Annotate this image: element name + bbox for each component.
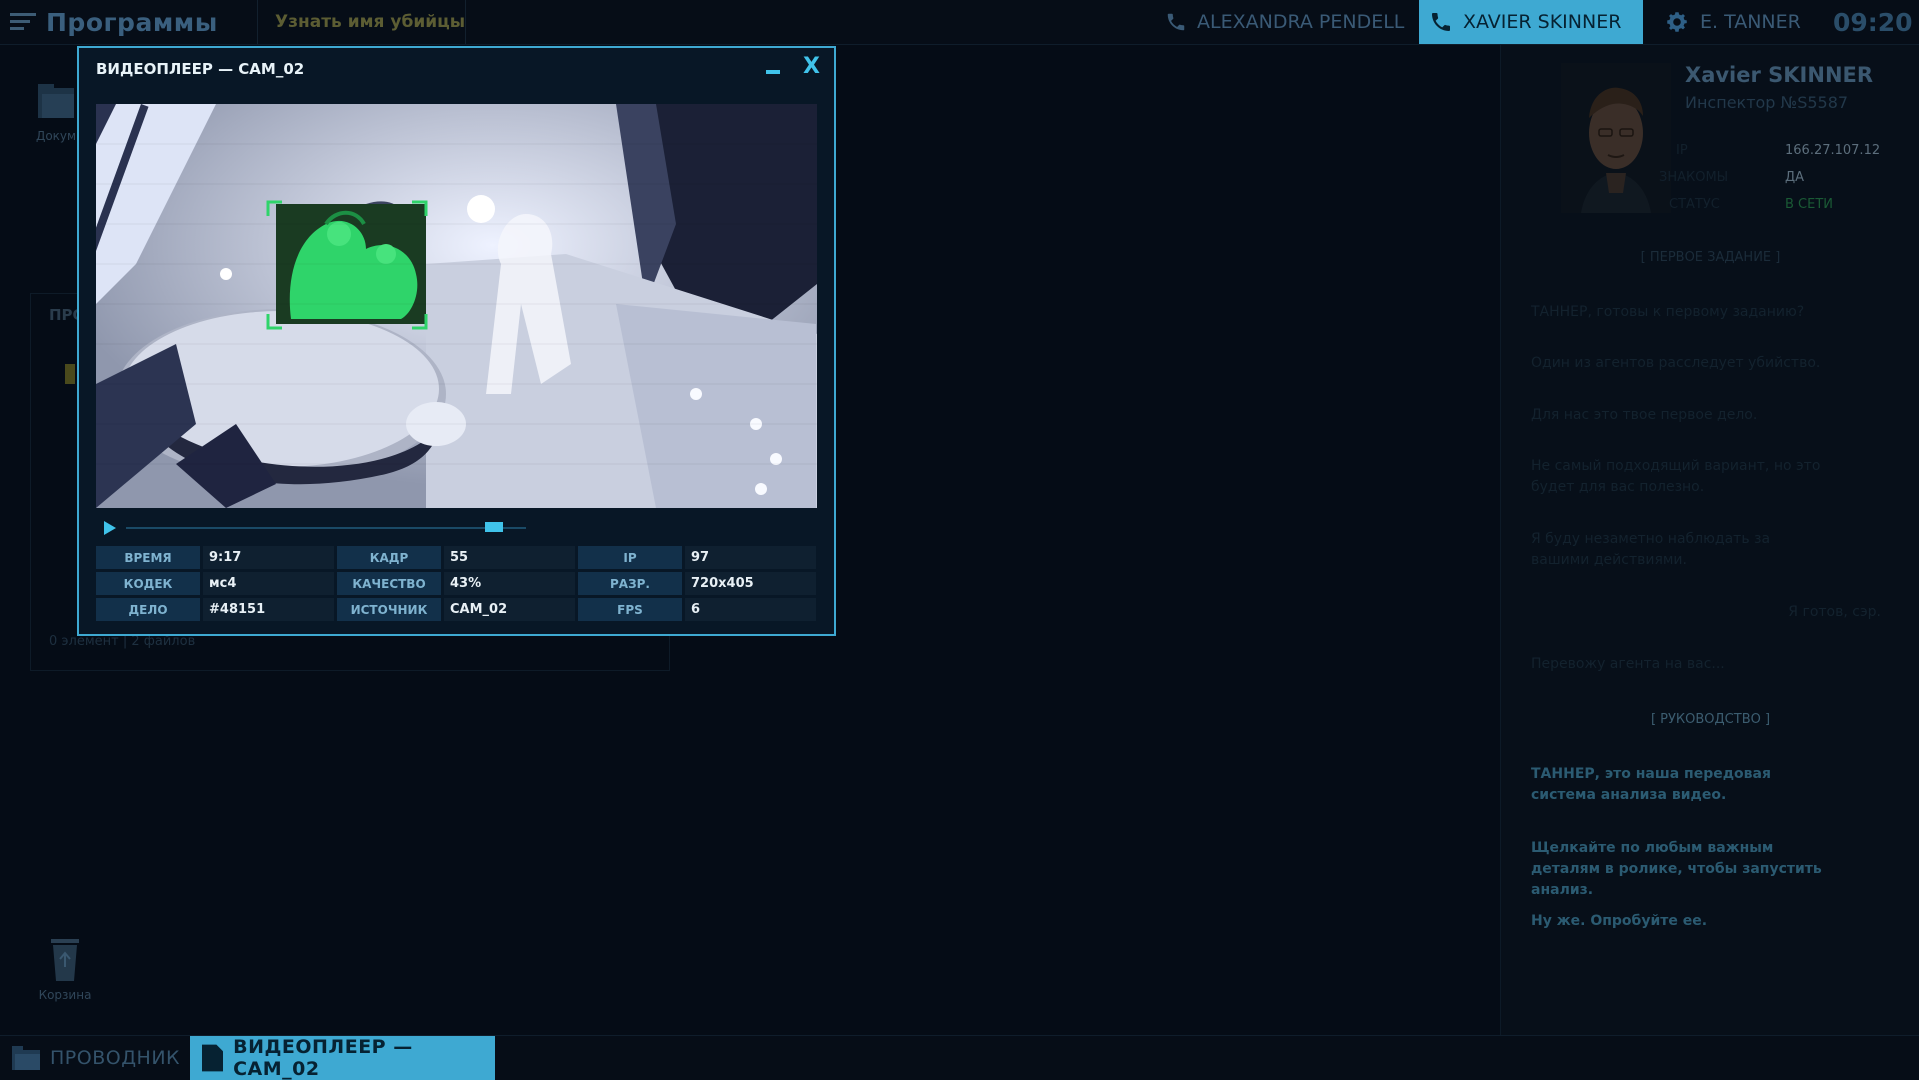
field-status-value: В СЕТИ: [1785, 197, 1834, 212]
taskbar-item-label: ВИДЕОПЛЕЕР — CAM_02: [233, 1036, 413, 1080]
info-value-codec: мс4: [203, 572, 334, 595]
play-button[interactable]: [104, 521, 116, 535]
field-known-key: ЗНАКОМЫ: [1659, 170, 1729, 185]
contact-e-tanner[interactable]: E. TANNER: [1664, 0, 1814, 44]
info-value-time: 9:17: [203, 546, 334, 569]
current-task-label[interactable]: Узнать имя убийцы: [275, 12, 465, 32]
contact-xavier-skinner[interactable]: XAVIER SKINNER: [1419, 0, 1643, 44]
info-key-resolution: РАЗР.: [578, 572, 682, 595]
divider: [257, 0, 258, 44]
info-value-resolution: 720x405: [685, 572, 816, 595]
info-value-ip: 97: [685, 546, 816, 569]
field-known-value: ДА: [1785, 170, 1805, 185]
avatar: [1561, 63, 1671, 213]
explorer-status-text: 0 элемент | 2 файлов: [49, 634, 196, 649]
programs-menu-title[interactable]: Программы: [46, 8, 218, 37]
desktop-icon-label: Корзина: [38, 988, 92, 1002]
clock: 09:20: [1833, 8, 1913, 37]
section-header-first-task: [ ПЕРВОЕ ЗАДАНИЕ ]: [1640, 250, 1781, 265]
taskbar-video-player-button[interactable]: ВИДЕОПЛЕЕР — CAM_02: [190, 1036, 495, 1080]
folder-swatch: [65, 364, 75, 384]
contact-alexandra-pendell[interactable]: ALEXANDRA PENDELL: [1165, 0, 1405, 44]
contact-name: XAVIER SKINNER: [1463, 11, 1622, 33]
folder-icon: [38, 84, 74, 118]
taskbar-item-label: ПРОВОДНИК: [50, 1047, 181, 1069]
timeline-scrubber[interactable]: [485, 522, 503, 532]
field-status-key: СТАТУС: [1669, 197, 1720, 212]
contact-chat-panel: Xavier SKINNER Инспектор №S5587 IP 166.2…: [1500, 45, 1919, 1035]
field-ip-key: IP: [1676, 143, 1688, 158]
info-key-quality: КАЧЕСТВО: [337, 572, 441, 595]
info-key-frame: КАДР: [337, 546, 441, 569]
folder-icon: [12, 1046, 40, 1070]
info-key-time: ВРЕМЯ: [96, 546, 200, 569]
playback-timeline[interactable]: [96, 518, 817, 538]
field-ip-value: 166.27.107.12: [1785, 143, 1881, 158]
contact-rank: Инспектор №S5587: [1685, 93, 1849, 112]
contact-name: E. TANNER: [1700, 11, 1801, 33]
contact-name: ALEXANDRA PENDELL: [1197, 11, 1405, 33]
info-value-quality: 43%: [444, 572, 575, 595]
window-title: ВИДЕОПЛЕЕР — CAM_02: [96, 60, 305, 78]
chat-message: Ну же. Опробуйте ее.: [1531, 913, 1708, 929]
info-key-case: ДЕЛО: [96, 598, 200, 621]
info-value-fps: 6: [685, 598, 816, 621]
chat-message: Щелкайте по любым важным деталям в ролик…: [1531, 840, 1822, 898]
chat-message: Перевожу агента на вас...: [1531, 656, 1725, 672]
document-icon: [202, 1044, 224, 1072]
phone-icon: [1432, 13, 1450, 31]
phone-icon: [1167, 13, 1185, 31]
info-key-fps: FPS: [578, 598, 682, 621]
divider: [465, 0, 466, 44]
timeline-track[interactable]: [126, 527, 526, 529]
info-key-codec: КОДЕК: [96, 572, 200, 595]
info-key-ip: IP: [578, 546, 682, 569]
chat-message: Я буду незаметно наблюдать за вашими дей…: [1531, 531, 1771, 568]
taskbar-explorer-button[interactable]: ПРОВОДНИК: [12, 1036, 180, 1080]
chat-message: ТАННЕР, готовы к первому заданию?: [1531, 304, 1805, 320]
contact-full-name: Xavier SKINNER: [1685, 63, 1874, 87]
info-value-source: CAM_02: [444, 598, 575, 621]
video-info-grid: ВРЕМЯ 9:17 КАДР 55 IP 97 КОДЕК мс4 КАЧЕС…: [96, 546, 817, 621]
taskbar: ПРОВОДНИК ВИДЕОПЛЕЕР — CAM_02: [0, 1035, 1919, 1080]
video-player-window[interactable]: ВИДЕОПЛЕЕР — CAM_02 X ВРЕМЯ 9:17 КАДР 55…: [77, 46, 836, 636]
info-value-case: #48151: [203, 598, 334, 621]
hamburger-icon[interactable]: [10, 13, 36, 31]
recycle-bin-icon: [51, 939, 79, 981]
gear-icon: [1667, 12, 1687, 32]
chat-reply: Я готов, сэр.: [1788, 604, 1881, 620]
chat-message: Не самый подходящий вариант, но это буде…: [1531, 458, 1821, 495]
section-header-guidance: [ РУКОВОДСТВО ]: [1650, 712, 1771, 727]
close-button[interactable]: X: [803, 54, 820, 79]
info-value-frame: 55: [444, 546, 575, 569]
top-bar: Программы Узнать имя убийцы ALEXANDRA PE…: [0, 0, 1919, 45]
chat-message: ТАННЕР, это наша передовая система анали…: [1531, 766, 1771, 803]
video-frame[interactable]: [96, 104, 817, 508]
recycle-bin-desktop-icon[interactable]: Корзина: [32, 935, 98, 1002]
chat-message: Для нас это твое первое дело.: [1531, 407, 1758, 423]
minimize-button[interactable]: [766, 70, 780, 74]
info-key-source: ИСТОЧНИК: [337, 598, 441, 621]
chat-message: Один из агентов расследует убийство.: [1531, 355, 1821, 371]
